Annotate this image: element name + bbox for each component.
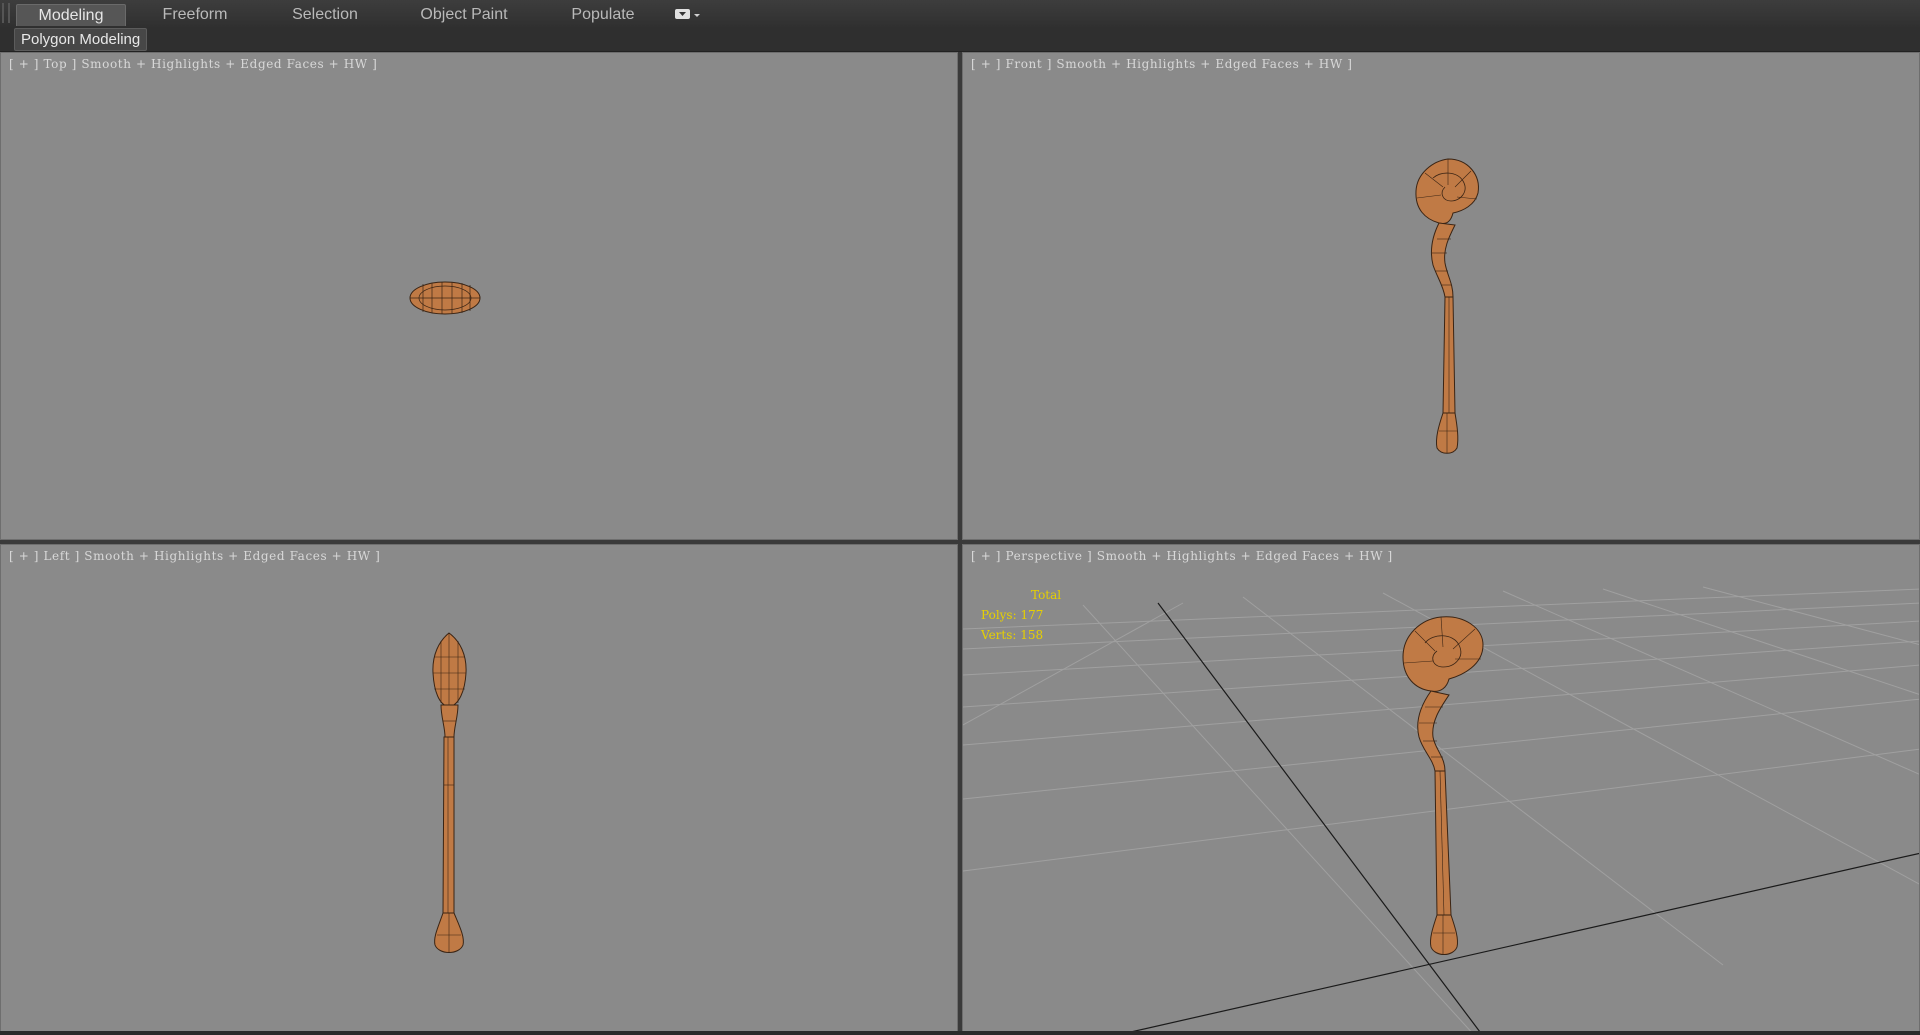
ribbon-options-icon[interactable]	[675, 8, 701, 20]
polygon-modeling-panel-button[interactable]: Polygon Modeling	[14, 28, 148, 51]
tab-populate[interactable]: Populate	[548, 4, 658, 26]
left-view-scene	[432, 632, 467, 953]
viewport-front[interactable]: [ + ] Front ] Smooth + Highlights + Edge…	[962, 52, 1920, 540]
viewport-area: [ + ] Top ] Smooth + Highlights + Edged …	[0, 52, 1920, 1035]
front-view-scene	[1415, 158, 1479, 454]
tab-object-paint[interactable]: Object Paint	[404, 4, 524, 26]
staff-front-view-mesh	[1415, 158, 1479, 454]
ribbon-grip-handle[interactable]	[2, 3, 10, 23]
tab-selection[interactable]: Selection	[270, 4, 380, 26]
tab-modeling[interactable]: Modeling	[16, 4, 126, 26]
ribbon-panel-bar: Polygon Modeling	[0, 27, 1920, 52]
status-strip	[0, 1031, 1920, 1035]
ribbon-tab-bar: Modeling Freeform Selection Object Paint…	[0, 0, 1920, 28]
staff-top-view-mesh	[409, 281, 481, 315]
staff-perspective-mesh	[1402, 616, 1484, 955]
top-view-scene	[409, 281, 481, 315]
viewport-left[interactable]: [ + ] Left ] Smooth + Highlights + Edged…	[0, 544, 958, 1035]
tab-freeform[interactable]: Freeform	[140, 4, 250, 26]
viewport-top[interactable]: [ + ] Top ] Smooth + Highlights + Edged …	[0, 52, 958, 540]
viewport-perspective[interactable]: [ + ] Perspective ] Smooth + Highlights …	[962, 544, 1920, 1035]
staff-left-view-mesh	[432, 632, 467, 953]
perspective-view-scene	[963, 586, 1919, 1034]
